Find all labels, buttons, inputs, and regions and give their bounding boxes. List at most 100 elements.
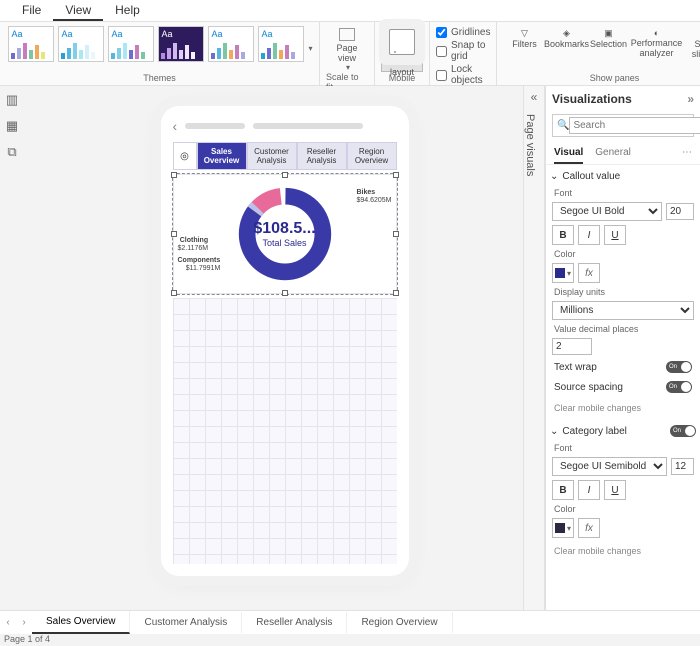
bold-button[interactable]: B	[552, 480, 574, 500]
bookmarks-button[interactable]: ◈Bookmarks	[545, 24, 587, 72]
expand-pane-icon[interactable]: »	[687, 92, 694, 106]
ribbon: AaAaAaAaAaAa ▾ Themes Page view ▾ Scale …	[0, 22, 700, 86]
model-view-icon[interactable]: ⧉	[7, 144, 16, 160]
search-input[interactable]	[569, 117, 700, 134]
menu-view[interactable]: View	[53, 0, 103, 21]
theme-tile[interactable]: Aa	[8, 26, 54, 62]
section-callout-value[interactable]: ⌄ Callout value	[546, 165, 700, 186]
italic-button[interactable]: I	[578, 480, 600, 500]
report-view-icon[interactable]: ▥	[6, 92, 18, 108]
report-tab-region-overview[interactable]: Region Overview	[347, 142, 397, 170]
page-tabs: ‹ › Sales Overview Customer Analysis Res…	[0, 610, 700, 634]
ribbon-group-scale: Page view ▾ Scale to fit	[320, 22, 375, 85]
mobile-grid-area[interactable]	[173, 298, 397, 564]
gridlines-checkbox[interactable]: Gridlines	[436, 27, 490, 38]
clear-mobile-changes-link[interactable]: Clear mobile changes	[546, 397, 700, 419]
page-next-button[interactable]: ›	[16, 617, 32, 628]
page-visuals-label: Page visuals	[524, 114, 536, 176]
ribbon-label-mobile: Mobile	[389, 73, 416, 85]
data-view-icon[interactable]: ▦	[6, 118, 18, 134]
performance-analyzer-button[interactable]: ◐Performance analyzer	[629, 24, 683, 72]
page-view-icon	[339, 28, 355, 41]
category-color-swatch[interactable]: ▾	[552, 518, 574, 538]
placeholder-bar	[253, 123, 363, 129]
chevron-down-icon: ▾	[346, 63, 350, 72]
theme-tile[interactable]: Aa	[108, 26, 154, 62]
ribbon-group-mobile: Mobile layout Mobile	[375, 22, 430, 85]
page-prev-button[interactable]: ‹	[0, 617, 16, 628]
decimal-places-input[interactable]: 2	[552, 338, 592, 355]
data-label-components: Components$11.7991M	[178, 257, 221, 272]
page-tab-reseller-analysis[interactable]: Reseller Analysis	[242, 612, 347, 633]
donut-center-label: Total Sales	[253, 238, 315, 248]
font-label: Font	[546, 186, 700, 200]
font-label: Font	[546, 441, 700, 455]
lock-objects-checkbox[interactable]: Lock objects	[436, 64, 490, 86]
source-spacing-toggle[interactable]: On	[666, 381, 692, 393]
clear-mobile-changes-link[interactable]: Clear mobile changes	[546, 540, 700, 562]
theme-tile[interactable]: Aa	[58, 26, 104, 62]
bold-button[interactable]: B	[552, 225, 574, 245]
page-tab-customer-analysis[interactable]: Customer Analysis	[130, 612, 242, 633]
selection-icon: ▣	[604, 28, 613, 39]
snap-to-grid-checkbox[interactable]: Snap to grid	[436, 40, 490, 62]
display-units-select[interactable]: Millions	[552, 301, 694, 320]
expand-pane-icon[interactable]: «	[524, 86, 544, 108]
section-category-label[interactable]: ⌄ Category label On	[546, 419, 700, 441]
mobile-icon	[389, 29, 415, 55]
report-tab-customer-analysis[interactable]: Customer Analysis	[247, 142, 297, 170]
underline-button[interactable]: U	[604, 225, 626, 245]
category-label-toggle[interactable]: On	[670, 425, 696, 437]
selection-button[interactable]: ▣Selection	[587, 24, 629, 72]
sync-slicers-button[interactable]: ⟳Sync slicers	[683, 24, 700, 72]
gauge-icon: ◐	[654, 28, 659, 38]
page-tab-sales-overview[interactable]: Sales Overview	[32, 611, 130, 634]
decimal-places-label: Value decimal places	[546, 322, 700, 336]
underline-button[interactable]: U	[604, 480, 626, 500]
category-font-size[interactable]: 12	[671, 458, 694, 475]
theme-tile[interactable]: Aa	[158, 26, 204, 62]
ribbon-label-show-panes: Show panes	[590, 73, 640, 85]
source-spacing-label: Source spacing	[554, 382, 623, 393]
report-tab-reseller-analysis[interactable]: Reseller Analysis	[297, 142, 347, 170]
search-box[interactable]: 🔍	[552, 114, 694, 137]
search-icon: 🔍	[557, 120, 569, 131]
callout-color-swatch[interactable]: ▾	[552, 263, 574, 283]
report-tab-sales-overview[interactable]: Sales Overview	[197, 142, 247, 170]
page-view-label: Page view	[328, 43, 366, 63]
italic-button[interactable]: I	[578, 225, 600, 245]
page-tab-region-overview[interactable]: Region Overview	[347, 612, 452, 633]
mobile-device-frame: ‹ ◎ Sales Overview Customer Analysis Res…	[161, 106, 409, 576]
ribbon-label-themes: Themes	[143, 73, 176, 85]
filter-icon: ▽	[521, 28, 528, 39]
filters-button[interactable]: ▽Filters	[503, 24, 545, 72]
page-visuals-strip[interactable]: « Page visuals	[523, 86, 545, 610]
menu-help[interactable]: Help	[103, 0, 152, 21]
theme-tile[interactable]: Aa	[258, 26, 304, 62]
callout-color-fx-button[interactable]: fx	[578, 263, 600, 283]
more-options-icon[interactable]: ⋯	[682, 143, 692, 164]
back-icon[interactable]: ‹	[173, 118, 178, 134]
callout-font-size[interactable]: 20	[666, 203, 694, 220]
theme-tile[interactable]: Aa	[208, 26, 254, 62]
tab-general[interactable]: General	[595, 143, 631, 164]
data-label-bikes: Bikes$94.6205M	[356, 189, 391, 204]
format-tabs: Visual General ⋯	[546, 143, 700, 165]
display-units-label: Display units	[546, 285, 700, 299]
page-view-button[interactable]: Page view ▾	[326, 24, 368, 72]
menu-file[interactable]: File	[10, 0, 53, 21]
report-logo: ◎	[173, 142, 197, 170]
canvas: ‹ ◎ Sales Overview Customer Analysis Res…	[24, 86, 545, 610]
category-color-fx-button[interactable]: fx	[578, 518, 600, 538]
mobile-layout-button[interactable]: Mobile layout	[381, 24, 423, 72]
tab-visual[interactable]: Visual	[554, 143, 583, 164]
text-wrap-label: Text wrap	[554, 362, 597, 373]
callout-font-select[interactable]: Segoe UI Bold	[552, 202, 662, 221]
themes-dropdown-icon[interactable]: ▾	[308, 44, 312, 53]
menu-bar: File View Help	[0, 0, 700, 22]
text-wrap-toggle[interactable]: On	[666, 361, 692, 373]
donut-visual[interactable]: $108.5... Total Sales Bikes$94.6205M Clo…	[173, 174, 397, 294]
mobile-header: ‹	[173, 118, 397, 134]
category-font-select[interactable]: Segoe UI Semibold	[552, 457, 667, 476]
ribbon-group-page-options: Gridlines Snap to grid Lock objects Page…	[430, 22, 497, 85]
